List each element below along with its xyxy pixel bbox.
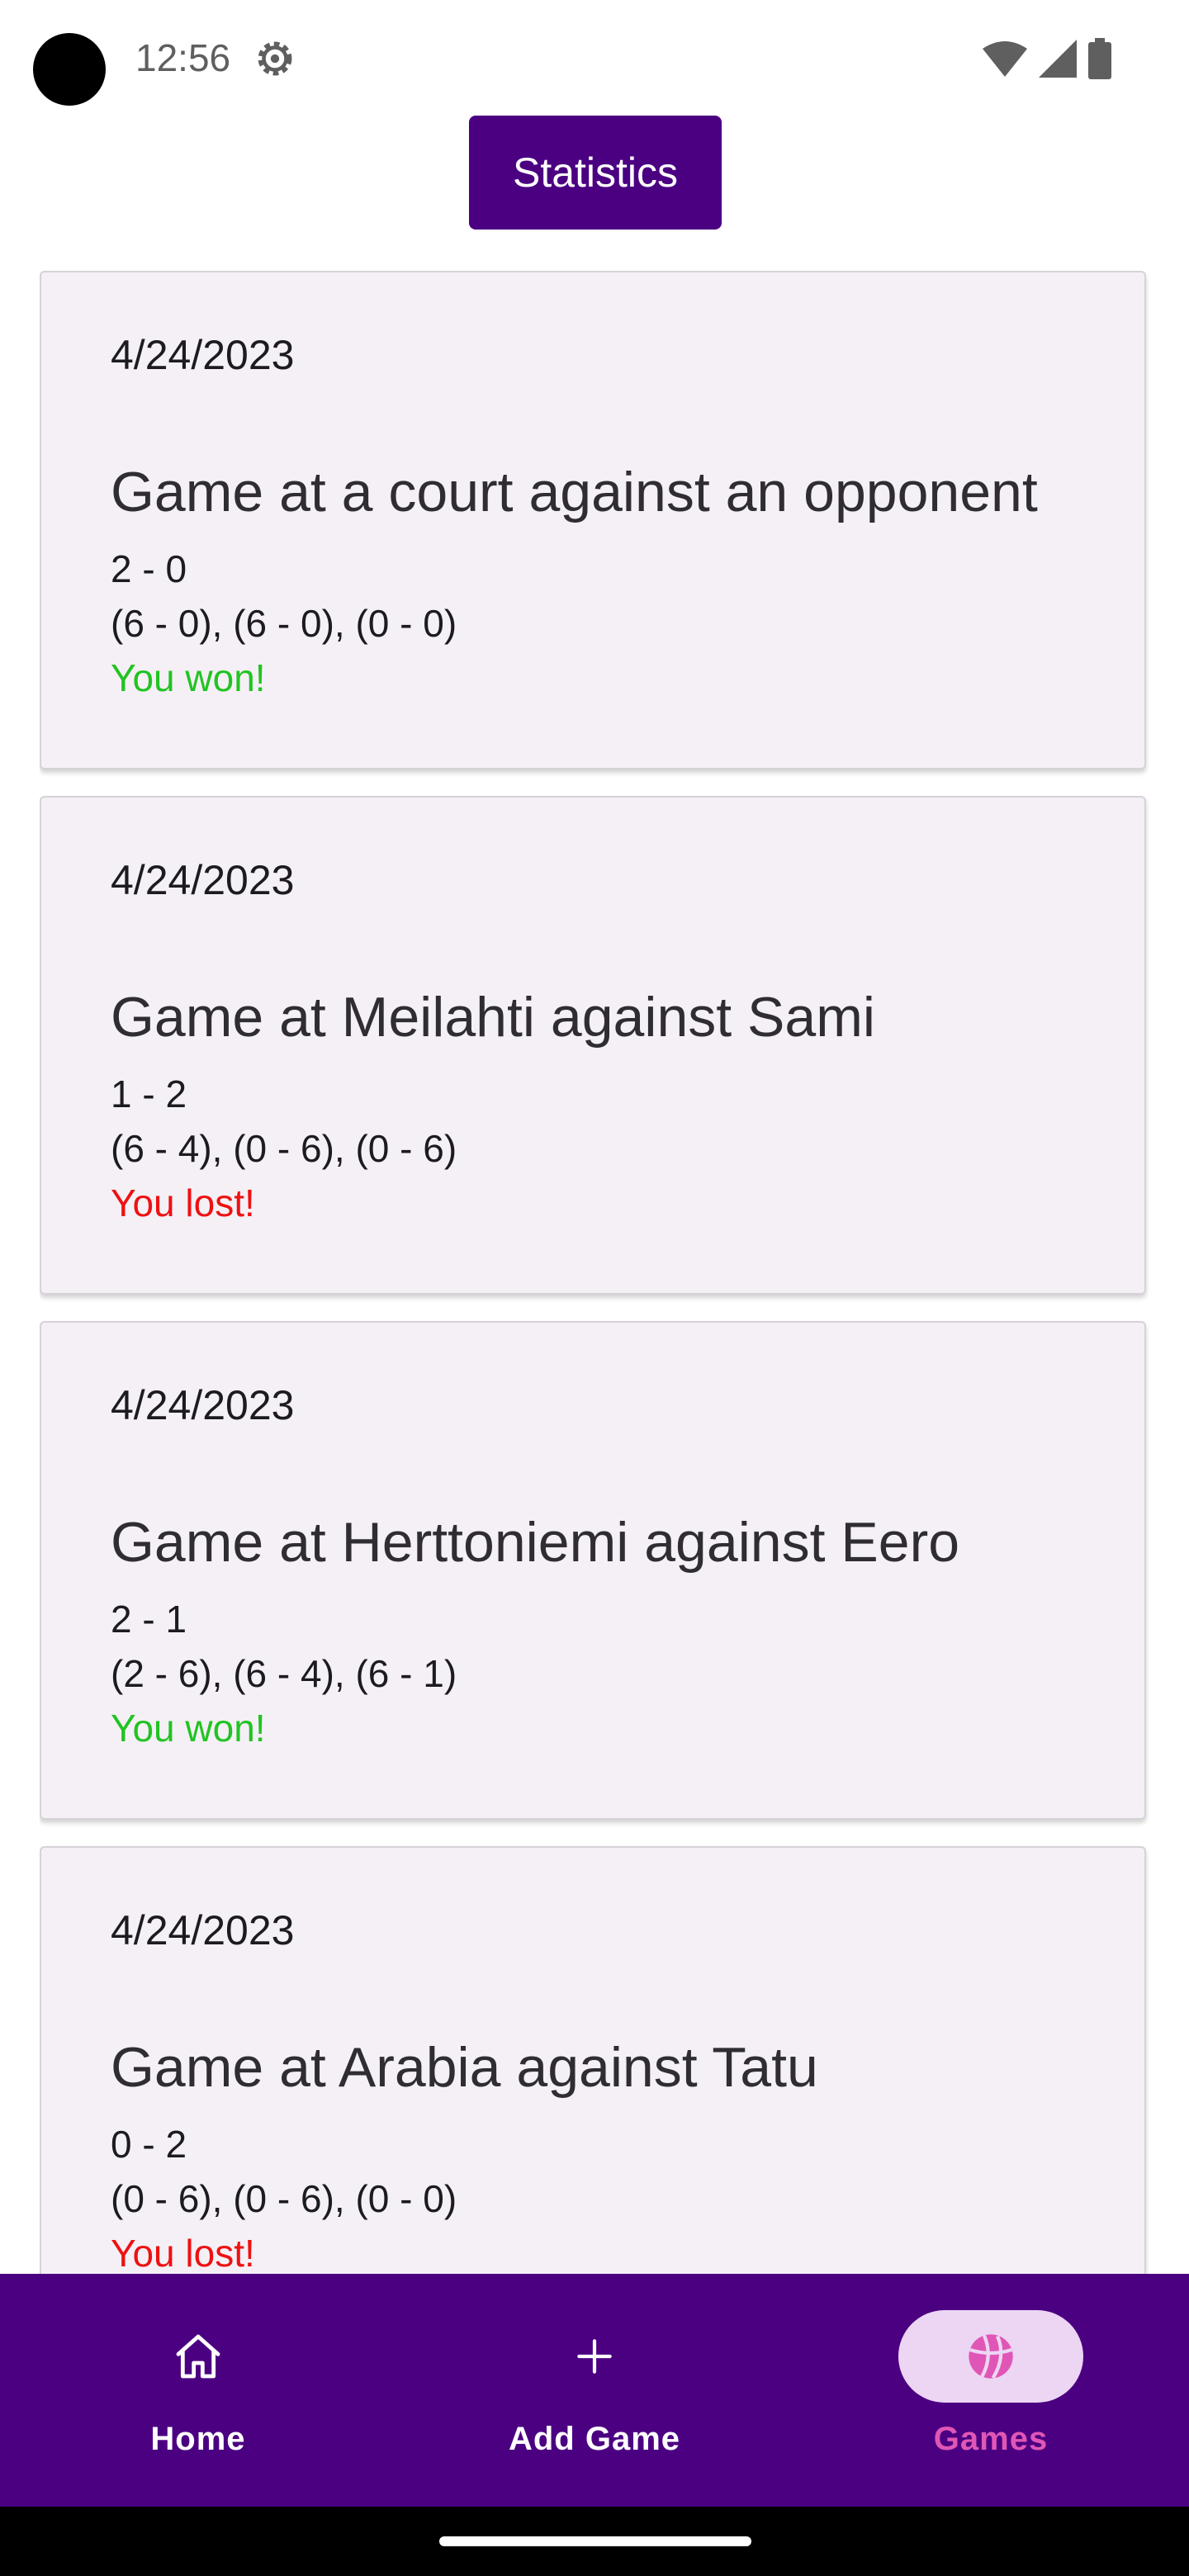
nav-active-indicator (898, 2310, 1083, 2403)
home-icon (176, 2334, 220, 2379)
game-result: You lost! (111, 2232, 255, 2274)
nav-item-add-game[interactable]: Add Game (396, 2274, 793, 2507)
camera-cutout (33, 33, 106, 106)
nav-label-home: Home (150, 2421, 246, 2457)
game-score: 1 - 2 (111, 1073, 187, 1115)
battery-icon (1088, 38, 1111, 79)
nav-label-add-game: Add Game (508, 2421, 681, 2457)
game-card[interactable]: 4/24/2023 Game at Meilahti against Sami … (40, 796, 1146, 1295)
game-set-scores: (6 - 4), (0 - 6), (0 - 6) (111, 1127, 457, 1170)
settings-gear-icon (258, 41, 292, 76)
game-title: Game at Meilahti against Sami (111, 986, 875, 1049)
nav-item-games[interactable]: Games (793, 2274, 1189, 2507)
game-score: 2 - 1 (111, 1598, 187, 1641)
game-result: You won! (111, 656, 266, 699)
game-card[interactable]: 4/24/2023 Game at Herttoniemi against Ee… (40, 1321, 1146, 1820)
game-date: 4/24/2023 (111, 1907, 295, 1953)
ball-icon (969, 2334, 1013, 2379)
status-time: 12:56 (135, 36, 231, 79)
game-result: You lost! (111, 1181, 255, 1224)
nav-label-games: Games (933, 2421, 1049, 2457)
game-card[interactable]: 4/24/2023 Game at Arabia against Tatu 0 … (40, 1846, 1146, 2274)
cellular-signal-icon (1039, 40, 1077, 78)
statistics-button[interactable]: Statistics (469, 116, 722, 230)
game-card[interactable]: 4/24/2023 Game at a court against an opp… (40, 271, 1146, 769)
game-title: Game at Herttoniemi against Eero (111, 1511, 960, 1574)
game-title: Game at Arabia against Tatu (111, 2036, 818, 2099)
game-set-scores: (2 - 6), (6 - 4), (6 - 1) (111, 1652, 457, 1695)
game-set-scores: (0 - 6), (0 - 6), (0 - 0) (111, 2177, 457, 2220)
game-score: 0 - 2 (111, 2123, 187, 2166)
game-result: You won! (111, 1707, 266, 1750)
status-icons (983, 36, 1111, 81)
game-list[interactable]: 4/24/2023 Game at a court against an opp… (40, 271, 1149, 2274)
game-date: 4/24/2023 (111, 857, 295, 903)
game-title: Game at a court against an opponent (111, 461, 1038, 523)
home-gesture-handle[interactable] (439, 2536, 751, 2546)
plus-icon (577, 2339, 612, 2374)
system-navigation-bar (0, 2507, 1189, 2576)
game-date: 4/24/2023 (111, 332, 295, 378)
game-score: 2 - 0 (111, 547, 187, 590)
nav-item-home[interactable]: Home (0, 2274, 396, 2507)
bottom-navigation: Home Add Game Games (0, 2274, 1189, 2507)
nav-icon-container (145, 2310, 251, 2403)
wifi-icon (983, 41, 1027, 77)
status-bar: 12:56 (0, 0, 1189, 116)
game-date: 4/24/2023 (111, 1382, 295, 1428)
game-set-scores: (6 - 0), (6 - 0), (0 - 0) (111, 602, 457, 645)
nav-icon-container (542, 2310, 647, 2403)
